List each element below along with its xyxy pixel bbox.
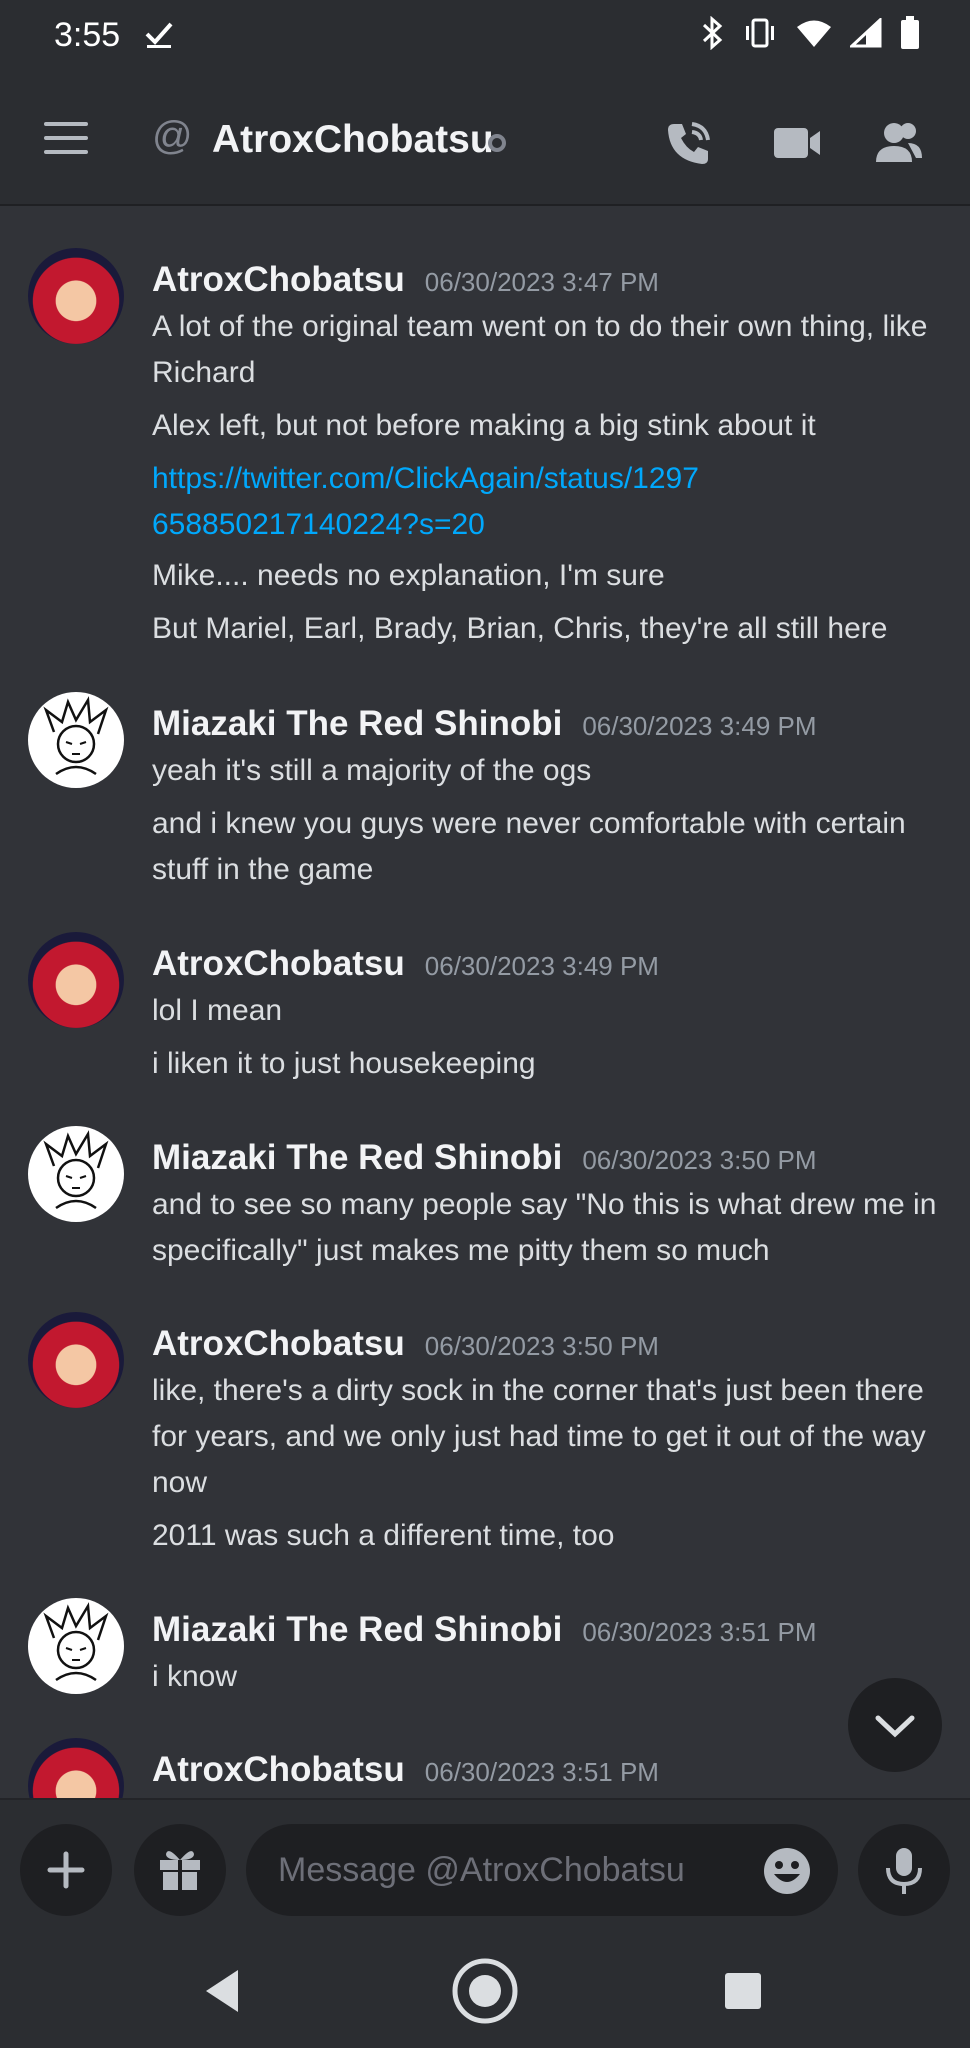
avatar[interactable] xyxy=(28,1126,124,1222)
author-name[interactable]: AtroxChobatsu xyxy=(152,260,405,300)
message-input[interactable] xyxy=(246,1824,838,1916)
timestamp: 06/30/2023 3:50 PM xyxy=(582,1145,817,1175)
message-text: i know xyxy=(152,1660,238,1693)
message-text: But Mariel, Earl, Brady, Brian, Chris, t… xyxy=(152,612,888,645)
attach-button[interactable] xyxy=(20,1824,112,1916)
timestamp: 06/30/2023 3:51 PM xyxy=(424,1757,659,1787)
author-name[interactable]: AtroxChobatsu xyxy=(152,944,405,984)
timestamp: 06/30/2023 3:49 PM xyxy=(424,951,659,981)
home-icon[interactable] xyxy=(450,1956,520,2026)
check-icon xyxy=(145,22,173,48)
author-name[interactable]: Miazaki The Red Shinobi xyxy=(152,704,562,744)
vibrate-icon xyxy=(746,18,774,48)
author-name[interactable]: Miazaki The Red Shinobi xyxy=(152,1610,562,1650)
message-text: and to see so many people say "No this i… xyxy=(152,1188,937,1267)
bluetooth-icon xyxy=(702,16,723,50)
gift-button[interactable] xyxy=(134,1824,226,1916)
wifi-icon xyxy=(797,20,831,47)
page-title[interactable]: AtroxChobatsu xyxy=(212,118,494,162)
avatar[interactable] xyxy=(28,248,124,344)
timestamp: 06/30/2023 3:49 PM xyxy=(582,711,817,741)
offline-status-icon xyxy=(488,134,506,152)
signal-icon xyxy=(850,18,882,48)
recents-icon[interactable] xyxy=(708,1956,778,2026)
emoji-icon[interactable] xyxy=(762,1846,812,1896)
author-name[interactable]: Miazaki The Red Shinobi xyxy=(152,1138,562,1178)
message-composer xyxy=(0,1798,970,1926)
menu-icon[interactable] xyxy=(44,122,88,156)
timestamp: 06/30/2023 3:51 PM xyxy=(582,1617,817,1647)
message-text: lol I mean xyxy=(152,994,283,1027)
avatar[interactable] xyxy=(28,692,124,788)
chat-header: @ AtroxChobatsu xyxy=(0,72,970,206)
message-list[interactable]: AtroxChobatsu 06/30/2023 3:47 PM A lot o… xyxy=(0,208,970,1798)
call-icon[interactable] xyxy=(662,116,716,170)
voice-message-button[interactable] xyxy=(858,1824,950,1916)
message-text: and i knew you guys were never comfortab… xyxy=(152,807,906,886)
timestamp: 06/30/2023 3:47 PM xyxy=(424,267,659,297)
status-bar: 3:55 xyxy=(0,0,970,72)
back-icon[interactable] xyxy=(190,1956,260,2026)
message-text: Alex left, but not before making a big s… xyxy=(152,409,816,442)
system-nav-bar xyxy=(0,1926,970,2048)
author-name[interactable]: AtroxChobatsu xyxy=(152,1750,405,1790)
avatar[interactable] xyxy=(28,1598,124,1694)
timestamp: 06/30/2023 3:50 PM xyxy=(424,1331,659,1361)
message-text: A lot of the original team went on to do… xyxy=(152,310,928,389)
chevron-down-icon xyxy=(875,1715,915,1738)
gift-icon xyxy=(160,1851,200,1890)
microphone-icon xyxy=(886,1848,922,1894)
battery-icon xyxy=(901,16,919,49)
message-text: like, there's a dirty sock in the corner… xyxy=(152,1374,926,1499)
message-link[interactable]: https://twitter.com/ClickAgain/status/12… xyxy=(152,456,712,548)
message-text: 2011 was such a different time, too xyxy=(152,1519,615,1552)
status-time: 3:55 xyxy=(54,16,121,54)
avatar[interactable] xyxy=(28,1738,124,1798)
video-icon[interactable] xyxy=(770,116,824,170)
message-text: Mike.... needs no explanation, I'm sure xyxy=(152,559,665,592)
message-text: i liken it to just housekeeping xyxy=(152,1047,536,1080)
scroll-to-bottom-button[interactable] xyxy=(848,1678,942,1772)
members-icon[interactable] xyxy=(872,116,926,170)
at-icon: @ xyxy=(152,114,193,158)
avatar[interactable] xyxy=(28,1312,124,1408)
avatar[interactable] xyxy=(28,932,124,1028)
author-name[interactable]: AtroxChobatsu xyxy=(152,1324,405,1364)
plus-icon xyxy=(47,1851,85,1889)
message-text: yeah it's still a majority of the ogs xyxy=(152,754,592,787)
